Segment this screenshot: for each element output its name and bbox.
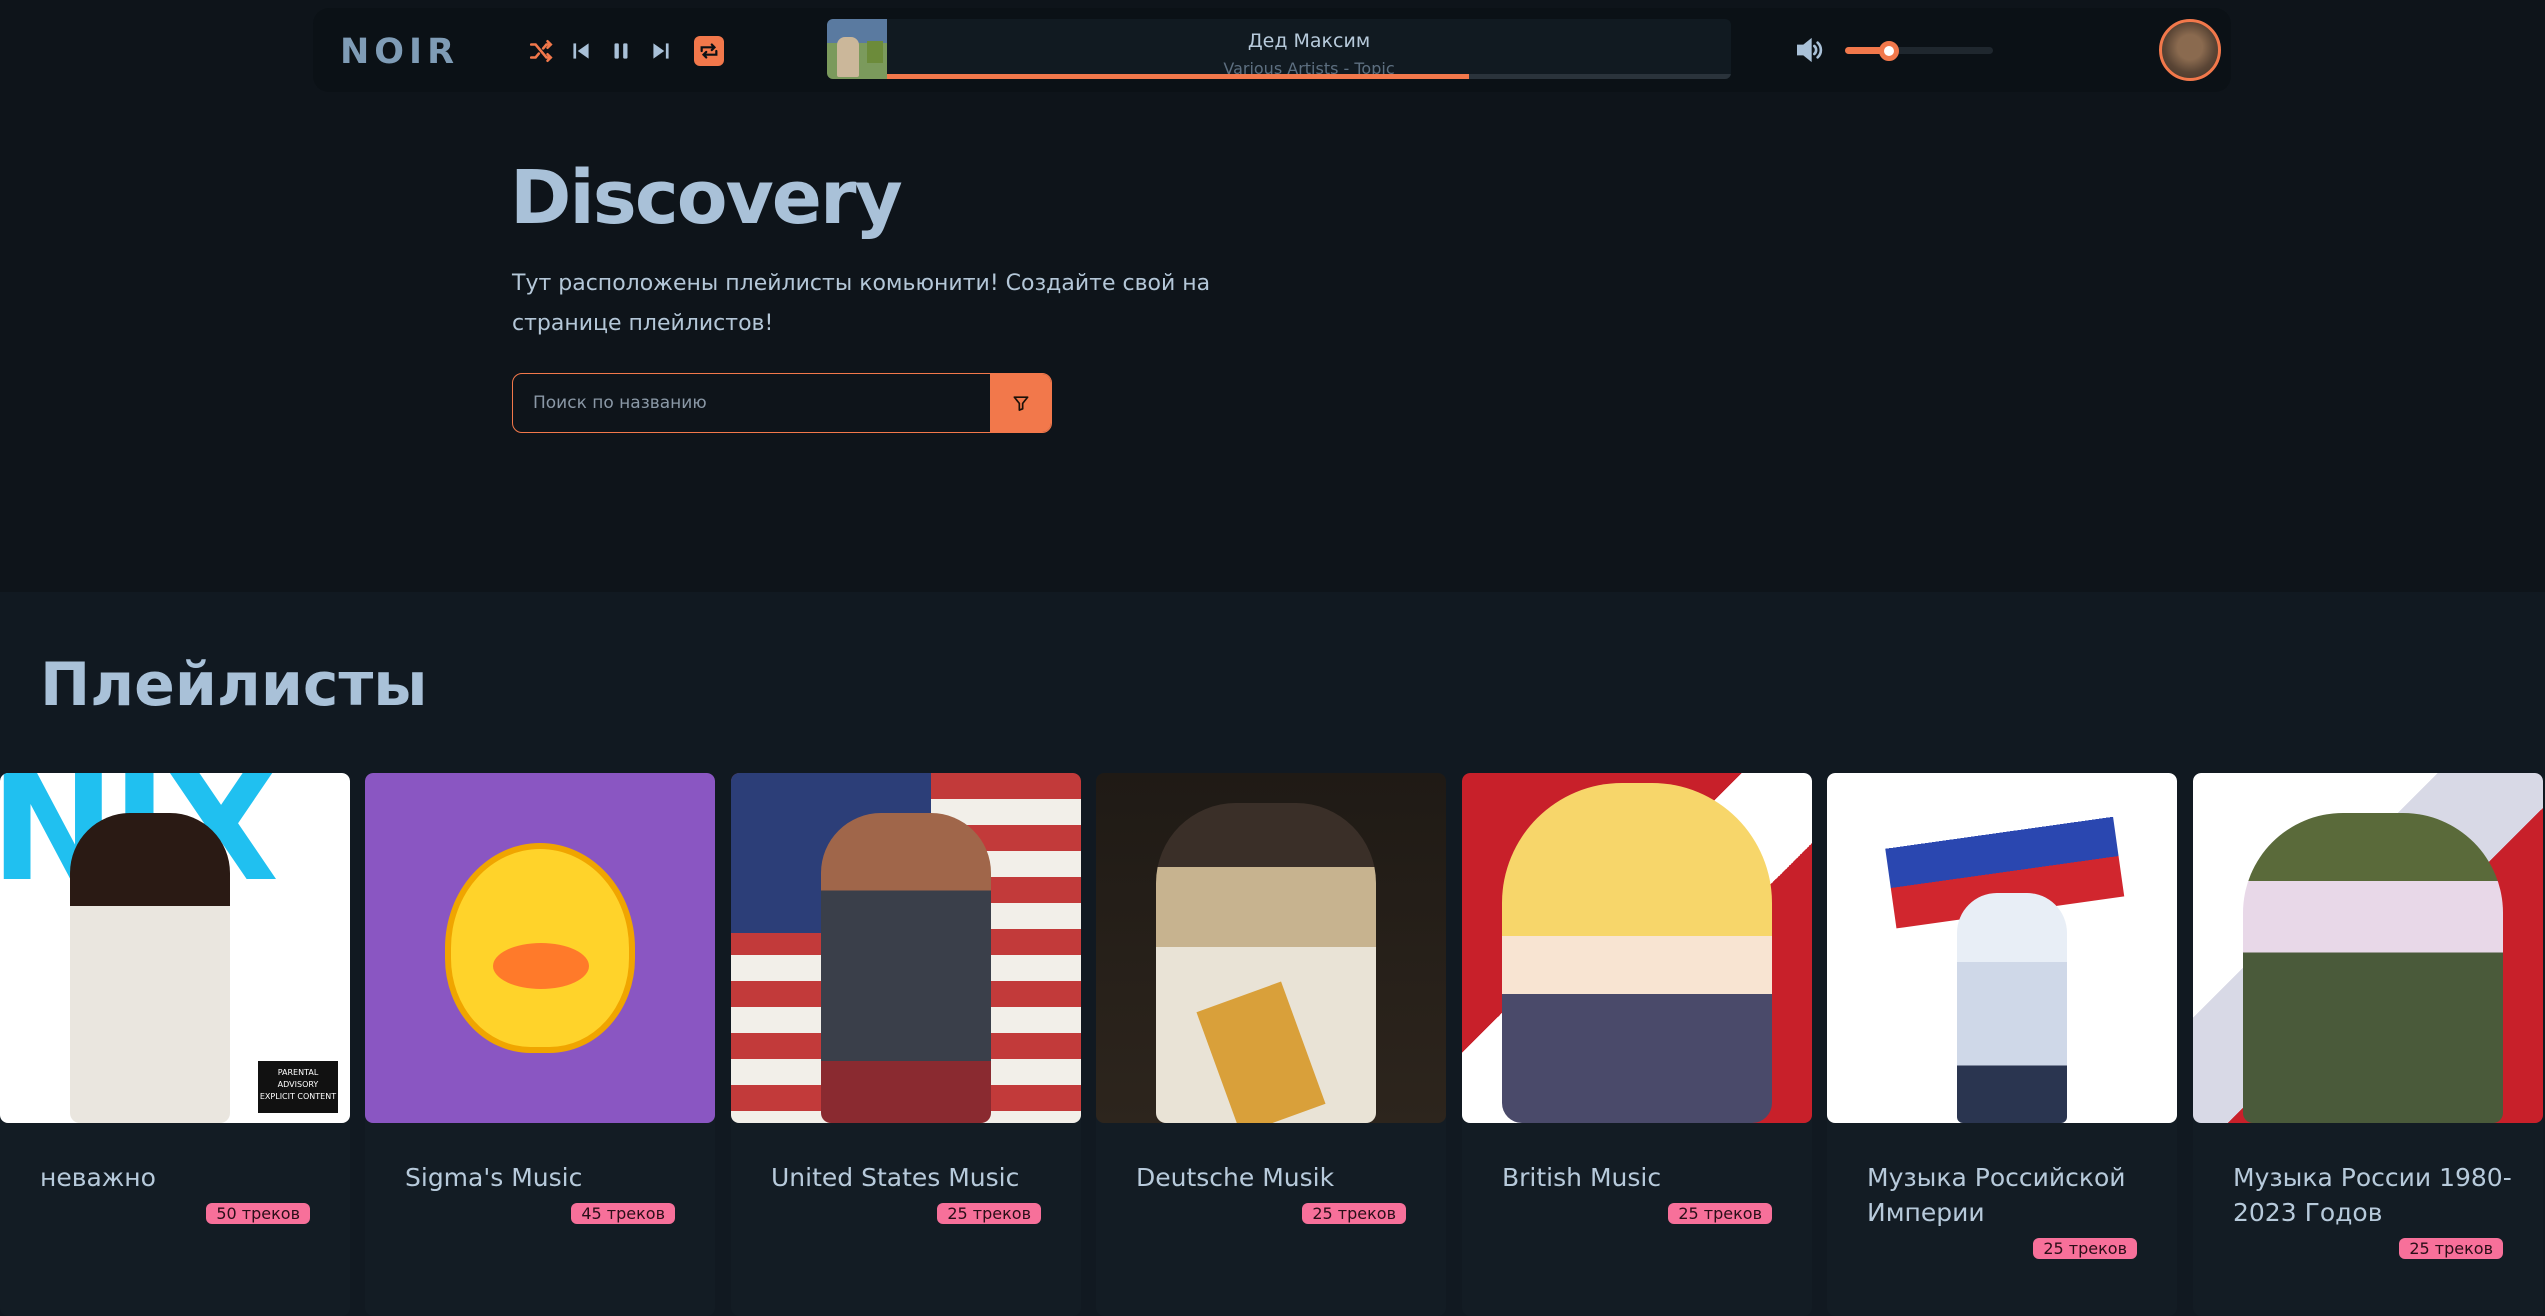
shuffle-icon[interactable]	[528, 38, 554, 64]
filter-button[interactable]	[990, 374, 1051, 432]
track-count-badge: 50 треков	[206, 1203, 310, 1224]
avatar[interactable]	[2159, 19, 2221, 81]
pause-icon[interactable]	[608, 38, 634, 64]
track-count-badge: 25 треков	[1668, 1203, 1772, 1224]
playlist-name: Музыка Российской Империи	[1867, 1163, 2126, 1227]
volume-icon[interactable]	[1793, 34, 1825, 66]
playlist-cover	[731, 773, 1081, 1123]
playlist-card[interactable]: NIX PARENTALADVISORYEXPLICIT CONTENT нев…	[0, 773, 350, 1316]
track-title: Дед Максим	[1247, 30, 1371, 52]
next-icon[interactable]	[648, 38, 674, 64]
search-box	[512, 373, 1052, 433]
page-description: Тут расположены плейлисты комьюнити! Соз…	[512, 271, 1211, 336]
track-count-badge: 25 треков	[2033, 1238, 2137, 1259]
playlist-card[interactable]: Музыка России 1980-2023 Годов 25 треков	[2193, 773, 2543, 1316]
playlist-name: United States Music	[771, 1163, 1020, 1192]
section-title: Плейлисты	[40, 650, 428, 720]
player-bar: NOIR Дед Максим Various Artists - Topic	[313, 8, 2231, 92]
app-logo[interactable]: NOIR	[340, 32, 459, 72]
playlist-cover	[1827, 773, 2177, 1123]
track-count-badge: 25 треков	[2399, 1238, 2503, 1259]
track-count-badge: 25 треков	[937, 1203, 1041, 1224]
track-progress-fill	[887, 74, 1470, 79]
playlist-name: Sigma's Music	[405, 1163, 583, 1192]
playlist-name: British Music	[1502, 1163, 1662, 1192]
playback-controls	[528, 36, 724, 66]
playlist-card[interactable]: Sigma's Music 45 треков	[365, 773, 715, 1316]
playlist-card[interactable]: Deutsche Musik 25 треков	[1096, 773, 1446, 1316]
playlist-cover	[1462, 773, 1812, 1123]
track-count-badge: 25 треков	[1302, 1203, 1406, 1224]
playlist-grid: NIX PARENTALADVISORYEXPLICIT CONTENT нев…	[0, 773, 2545, 1316]
playlist-cover: NIX PARENTALADVISORYEXPLICIT CONTENT	[0, 773, 350, 1123]
track-cover	[827, 19, 887, 79]
parental-advisory-logo: PARENTAL ADVISORY EXPLICIT CONTENT	[258, 1061, 338, 1113]
track-count-badge: 45 треков	[571, 1203, 675, 1224]
playlist-card[interactable]: British Music 25 треков	[1462, 773, 1812, 1316]
volume-knob[interactable]	[1879, 41, 1900, 61]
playlist-cover	[1096, 773, 1446, 1123]
playlist-name: Deutsche Musik	[1136, 1163, 1335, 1192]
now-playing[interactable]: Дед Максим Various Artists - Topic	[827, 19, 1731, 79]
playlist-name: неважно	[40, 1163, 156, 1192]
page-title: Discovery	[510, 155, 903, 241]
previous-icon[interactable]	[568, 38, 594, 64]
playlist-cover	[365, 773, 715, 1123]
volume-slider[interactable]	[1845, 41, 1993, 61]
playlist-name: Музыка России 1980-2023 Годов	[2233, 1163, 2512, 1227]
playlists-section: Плейлисты NIX PARENTALADVISORYEXPLICIT C…	[0, 592, 2545, 1316]
playlist-card[interactable]: Музыка Российской Империи 25 треков	[1827, 773, 2177, 1316]
playlist-cover	[2193, 773, 2543, 1123]
filter-icon	[1013, 396, 1028, 411]
search-input[interactable]	[513, 374, 991, 432]
repeat-icon[interactable]	[694, 36, 724, 66]
playlist-card[interactable]: United States Music 25 треков	[731, 773, 1081, 1316]
track-progress-bar[interactable]	[887, 74, 1731, 79]
